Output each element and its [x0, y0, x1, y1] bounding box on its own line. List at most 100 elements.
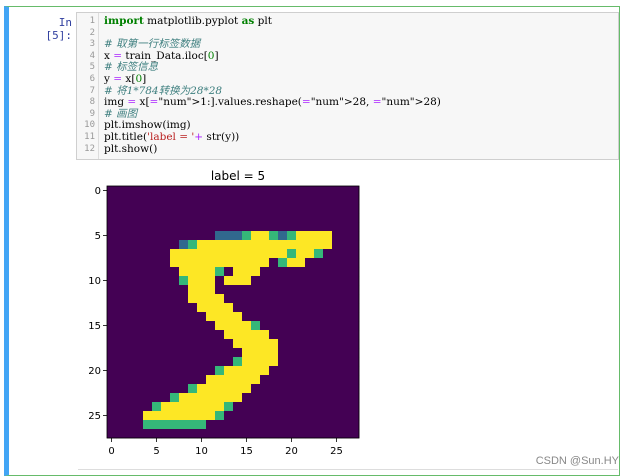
image-pixel: [170, 384, 180, 394]
image-pixel: [296, 240, 306, 250]
image-pixel: [233, 240, 243, 250]
image-pixel: [152, 294, 162, 304]
image-pixels: [107, 186, 360, 439]
image-pixel: [107, 321, 117, 331]
image-pixel: [125, 249, 135, 259]
image-pixel: [116, 321, 126, 331]
image-pixel: [341, 357, 351, 367]
image-pixel: [215, 375, 225, 385]
image-pixel: [305, 402, 315, 412]
image-pixel: [350, 267, 360, 277]
image-pixel: [296, 348, 306, 358]
image-pixel: [152, 366, 162, 376]
image-pixel: [116, 249, 126, 259]
image-pixel: [296, 384, 306, 394]
image-pixel: [269, 303, 279, 313]
image-pixel: [296, 249, 306, 259]
image-pixel: [350, 330, 360, 340]
image-pixel: [170, 231, 180, 241]
image-pixel: [332, 348, 342, 358]
image-pixel: [170, 267, 180, 277]
image-pixel: [215, 231, 225, 241]
image-pixel: [278, 348, 288, 358]
image-pixel: [197, 240, 207, 250]
image-pixel: [143, 249, 153, 259]
image-pixel: [305, 276, 315, 286]
image-pixel: [233, 276, 243, 286]
image-pixel: [116, 420, 126, 430]
image-pixel: [134, 258, 144, 268]
chart-title: label = 5: [211, 169, 265, 183]
image-pixel: [314, 195, 324, 205]
image-pixel: [134, 402, 144, 412]
image-pixel: [242, 420, 252, 430]
image-pixel: [332, 339, 342, 349]
image-pixel: [260, 420, 270, 430]
image-pixel: [296, 357, 306, 367]
image-pixel: [242, 402, 252, 412]
image-pixel: [233, 303, 243, 313]
image-pixel: [224, 267, 234, 277]
image-pixel: [278, 312, 288, 322]
image-pixel: [197, 411, 207, 421]
image-pixel: [197, 393, 207, 403]
image-pixel: [125, 366, 135, 376]
image-pixel: [152, 384, 162, 394]
image-pixel: [161, 267, 171, 277]
image-pixel: [152, 420, 162, 430]
image-pixel: [332, 213, 342, 223]
image-pixel: [314, 249, 324, 259]
image-pixel: [269, 348, 279, 358]
image-pixel: [179, 384, 189, 394]
image-pixel: [197, 303, 207, 313]
image-pixel: [170, 312, 180, 322]
image-pixel: [287, 348, 297, 358]
image-pixel: [350, 303, 360, 313]
image-pixel: [251, 303, 261, 313]
code-text[interactable]: import matplotlib.pyplot as plt # 取第一行标签…: [104, 15, 441, 155]
image-pixel: [170, 429, 180, 439]
image-pixel: [314, 294, 324, 304]
image-pixel: [116, 285, 126, 295]
image-pixel: [161, 285, 171, 295]
image-pixel: [278, 339, 288, 349]
image-pixel: [107, 258, 117, 268]
image-pixel: [251, 258, 261, 268]
image-pixel: [170, 285, 180, 295]
image-pixel: [296, 330, 306, 340]
image-pixel: [251, 267, 261, 277]
image-pixel: [215, 204, 225, 214]
image-pixel: [260, 330, 270, 340]
image-pixel: [107, 222, 117, 232]
image-pixel: [170, 249, 180, 259]
image-pixel: [332, 366, 342, 376]
image-pixel: [161, 312, 171, 322]
image-pixel: [107, 330, 117, 340]
image-pixel: [242, 285, 252, 295]
image-pixel: [242, 186, 252, 196]
image-pixel: [161, 258, 171, 268]
image-pixel: [296, 312, 306, 322]
code-editor[interactable]: 1 2 3 4 5 6 7 8 9 10 11 12 import matplo…: [76, 12, 619, 160]
image-pixel: [323, 420, 333, 430]
image-pixel: [350, 195, 360, 205]
image-pixel: [251, 312, 261, 322]
image-pixel: [305, 267, 315, 277]
image-pixel: [341, 276, 351, 286]
image-pixel: [179, 285, 189, 295]
image-pixel: [206, 375, 216, 385]
image-pixel: [143, 222, 153, 232]
image-pixel: [215, 195, 225, 205]
image-pixel: [287, 357, 297, 367]
image-pixel: [206, 267, 216, 277]
image-pixel: [179, 312, 189, 322]
image-pixel: [233, 429, 243, 439]
image-pixel: [197, 384, 207, 394]
image-pixel: [197, 285, 207, 295]
watermark: CSDN @Sun.HY: [535, 455, 619, 467]
image-pixel: [287, 420, 297, 430]
image-pixel: [305, 258, 315, 268]
image-pixel: [143, 375, 153, 385]
image-pixel: [152, 339, 162, 349]
image-pixel: [278, 375, 288, 385]
